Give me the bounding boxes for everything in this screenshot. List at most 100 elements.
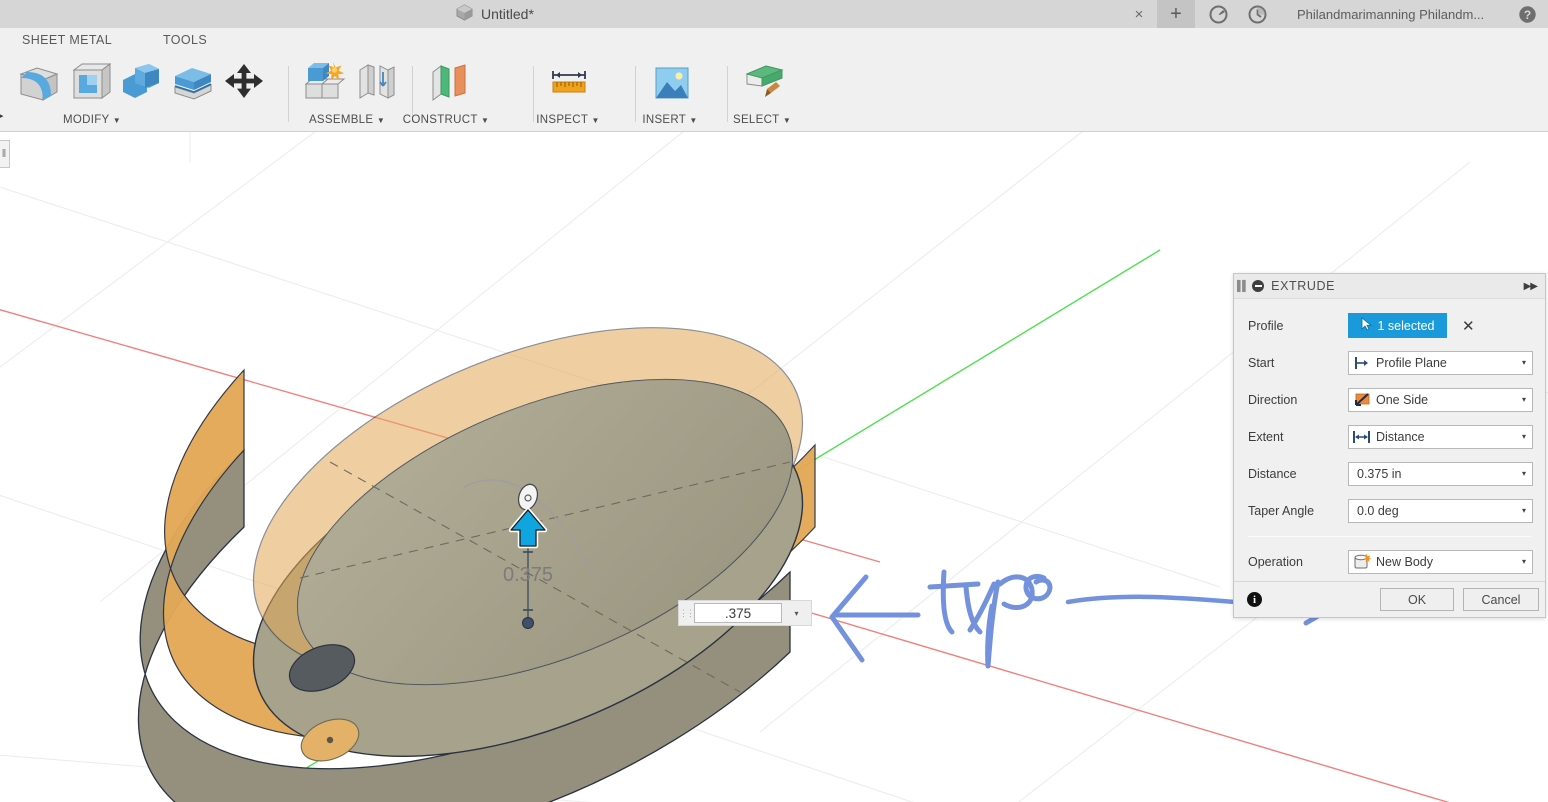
ribbon-group-modify: MODIFY ▼ — [10, 54, 270, 132]
offset-plane-button[interactable] — [422, 54, 474, 110]
clock-icon[interactable] — [1246, 4, 1268, 25]
ribbon-group-label-inspect[interactable]: INSPECT ▼ — [523, 114, 613, 126]
chevron-down-icon: ▼ — [689, 116, 697, 125]
chevron-down-icon[interactable]: ▾ — [1522, 506, 1526, 515]
insert-canvas-button[interactable] — [645, 54, 697, 110]
dialog-body: Profile 1 selected ✕ Start — [1234, 299, 1545, 529]
extrude-dialog: ▌▌ EXTRUDE ▶▶ Profile 1 selected ✕ — [1233, 273, 1546, 618]
document-tab[interactable]: Untitled* — [455, 0, 534, 28]
clear-selection-button[interactable]: ✕ — [1462, 317, 1475, 335]
new-tab-button[interactable]: + — [1157, 0, 1195, 28]
dialog-footer: i OK Cancel — [1234, 581, 1545, 617]
ribbon-group-inspect: INSPECT ▼ — [543, 54, 613, 132]
ribbon-group-construct: CONSTRUCT ▼ — [422, 54, 496, 132]
row-profile: Profile 1 selected ✕ — [1248, 307, 1533, 344]
new-component-button[interactable] — [297, 54, 349, 110]
label-start: Start — [1248, 356, 1348, 370]
label-direction: Direction — [1248, 393, 1348, 407]
chevron-down-icon: ▼ — [783, 116, 791, 125]
chevron-down-icon: ▼ — [481, 116, 489, 125]
user-account-label[interactable]: Philandmarimanning Philandm... — [1297, 0, 1484, 28]
chevron-down-icon[interactable]: ▾ — [782, 609, 811, 618]
dialog-body-operation: Operation New Body ▾ — [1234, 537, 1545, 580]
distance-value[interactable]: 0.375 in — [1357, 467, 1401, 481]
fusion360-window: Untitled* × + Philandmarimanning Philand… — [0, 0, 1548, 802]
chevron-down-icon: ▼ — [113, 116, 121, 125]
info-icon[interactable]: i — [1247, 592, 1262, 607]
ribbon-group-insert: INSERT ▼ — [645, 54, 713, 132]
direction-dropdown[interactable]: One Side ▾ — [1348, 388, 1533, 412]
combine-button[interactable] — [114, 54, 166, 110]
close-tab-button[interactable]: × — [1128, 4, 1150, 24]
drag-grip-icon[interactable]: ▌▌ — [1237, 281, 1247, 292]
row-direction: Direction One Side ▾ — [1248, 381, 1533, 418]
new-body-icon — [1351, 551, 1373, 573]
operation-value: New Body — [1376, 555, 1433, 569]
dimension-label: 0.375 — [503, 564, 553, 586]
chevron-down-icon[interactable]: ▾ — [1522, 557, 1526, 566]
ribbon-group-select: SELECT ▼ — [737, 54, 805, 132]
extent-dropdown[interactable]: Distance ▾ — [1348, 425, 1533, 449]
move-copy-button[interactable] — [218, 54, 270, 110]
chevron-down-icon[interactable]: ▾ — [1522, 358, 1526, 367]
chevron-down-icon[interactable]: ▾ — [1522, 432, 1526, 441]
label-taper-angle: Taper Angle — [1248, 504, 1348, 518]
tab-sheet-metal[interactable]: SHEET METAL — [22, 33, 112, 47]
browser-panel-handle[interactable]: ‖ — [0, 140, 10, 168]
extrude-preview-body — [138, 257, 852, 802]
profile-selected-count: 1 selected — [1378, 319, 1435, 333]
cursor-arrow-icon — [1361, 317, 1373, 334]
dialog-title: EXTRUDE — [1271, 279, 1335, 293]
inline-dimension-value[interactable]: .375 — [694, 603, 782, 623]
distance-input[interactable]: 0.375 in ▾ — [1348, 462, 1533, 486]
measure-button[interactable] — [543, 54, 595, 110]
profile-select-button[interactable]: 1 selected — [1348, 313, 1447, 338]
row-operation: Operation New Body ▾ — [1248, 543, 1533, 580]
row-start: Start Profile Plane ▾ — [1248, 344, 1533, 381]
label-extent: Extent — [1248, 430, 1348, 444]
split-face-button[interactable] — [166, 54, 218, 110]
taper-angle-input[interactable]: 0.0 deg ▾ — [1348, 499, 1533, 523]
ribbon-group-label-construct[interactable]: CONSTRUCT ▼ — [396, 114, 496, 126]
chevron-down-icon[interactable]: ▾ — [1522, 469, 1526, 478]
collapse-icon[interactable] — [1252, 280, 1264, 292]
cancel-button[interactable]: Cancel — [1463, 588, 1539, 611]
start-dropdown[interactable]: Profile Plane ▾ — [1348, 351, 1533, 375]
help-icon[interactable]: ? — [1516, 4, 1538, 25]
start-value: Profile Plane — [1376, 356, 1447, 370]
tab-tools[interactable]: TOOLS — [163, 33, 207, 47]
label-profile: Profile — [1248, 319, 1348, 333]
row-taper-angle: Taper Angle 0.0 deg ▾ — [1248, 492, 1533, 529]
ribbon-group-label-modify[interactable]: MODIFY ▼ — [0, 114, 222, 126]
label-operation: Operation — [1248, 555, 1348, 569]
svg-text:?: ? — [1523, 8, 1530, 22]
shell-button[interactable] — [62, 54, 114, 110]
job-status-icon[interactable] — [1207, 4, 1229, 25]
operation-dropdown[interactable]: New Body ▾ — [1348, 550, 1533, 574]
joint-button[interactable] — [349, 54, 401, 110]
direction-value: One Side — [1376, 393, 1428, 407]
ribbon-toolbar: SHEET METAL TOOLS ▸ — [0, 28, 1548, 132]
profile-plane-icon — [1351, 352, 1373, 374]
fillet-button[interactable] — [10, 54, 62, 110]
dialog-header[interactable]: ▌▌ EXTRUDE ▶▶ — [1234, 274, 1545, 299]
drag-grip-icon[interactable]: ⋮⋮ — [679, 601, 693, 625]
row-distance: Distance 0.375 in ▾ — [1248, 455, 1533, 492]
taper-angle-value[interactable]: 0.0 deg — [1357, 504, 1399, 518]
select-button[interactable] — [737, 54, 789, 110]
chevron-down-icon: ▼ — [592, 116, 600, 125]
chevron-down-icon: ▼ — [377, 116, 385, 125]
ribbon-group-label-select[interactable]: SELECT ▼ — [719, 114, 805, 126]
ribbon-group-label-insert[interactable]: INSERT ▼ — [627, 114, 713, 126]
chevron-down-icon[interactable]: ▾ — [1522, 395, 1526, 404]
one-side-icon — [1351, 389, 1373, 411]
row-extent: Extent Distance ▾ — [1248, 418, 1533, 455]
ribbon-tab-row: SHEET METAL TOOLS — [0, 28, 1548, 54]
ok-button[interactable]: OK — [1380, 588, 1454, 611]
title-bar: Untitled* × + Philandmarimanning Philand… — [0, 0, 1548, 28]
label-distance: Distance — [1248, 467, 1348, 481]
expand-more-icon[interactable]: ▶▶ — [1524, 281, 1537, 292]
document-title: Untitled* — [481, 6, 534, 22]
inline-dimension-input[interactable]: ⋮⋮ .375 ▾ — [678, 600, 812, 626]
extent-distance-icon — [1351, 426, 1373, 448]
